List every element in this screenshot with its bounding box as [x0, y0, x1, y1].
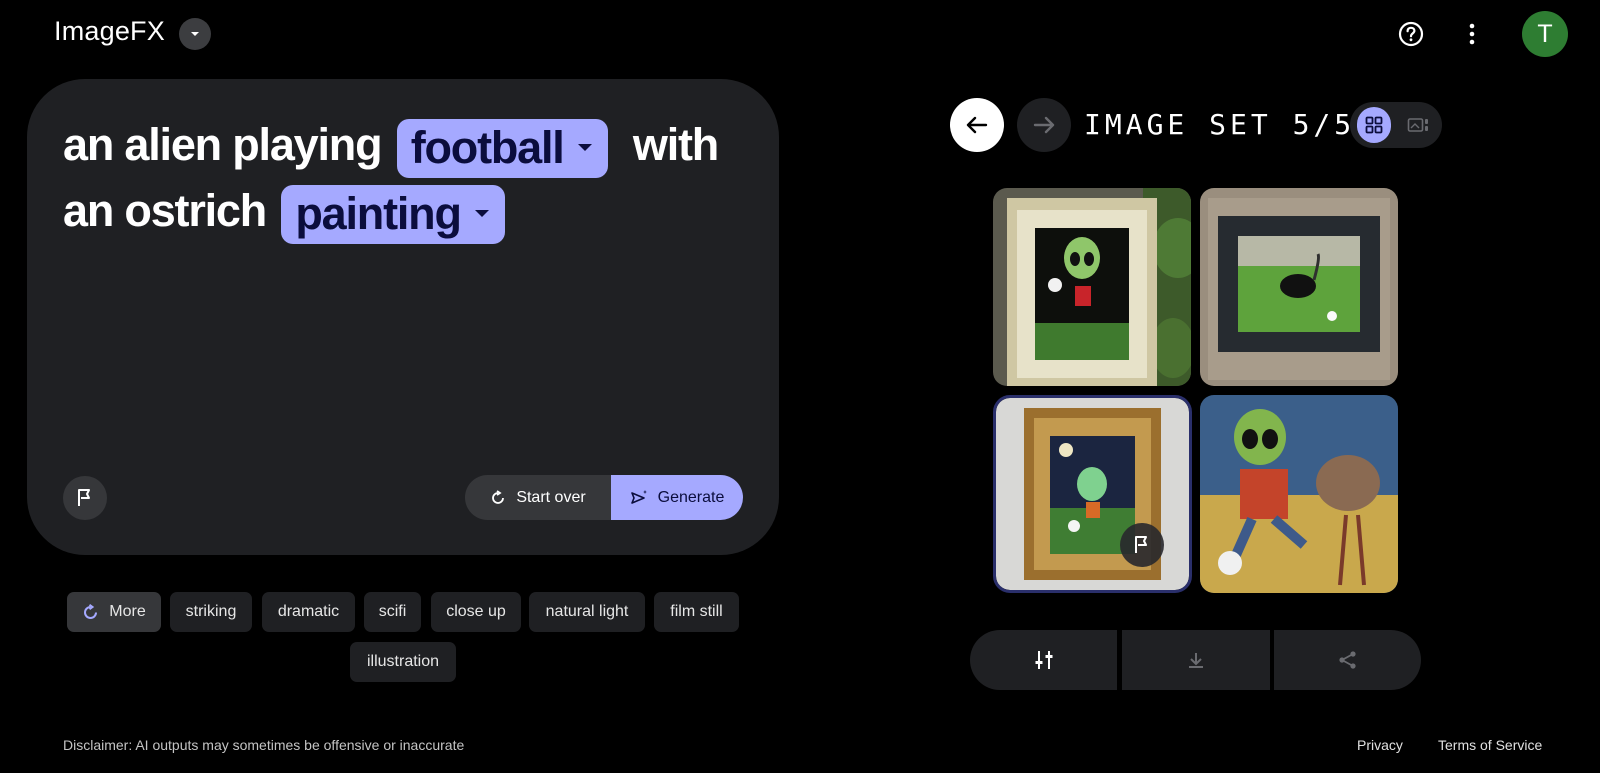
flag-icon: [78, 489, 90, 506]
arrow-left-icon: [966, 116, 988, 134]
share-button[interactable]: [1274, 630, 1421, 690]
refresh-icon: [84, 603, 98, 619]
arrow-right-icon: [1033, 116, 1055, 134]
carousel-icon: [1407, 118, 1428, 132]
chip-label: painting: [295, 188, 462, 240]
refresh-icon: [492, 489, 505, 504]
generated-image-1[interactable]: [993, 188, 1191, 386]
prompt-chip-dropdown[interactable]: painting: [281, 184, 505, 244]
share-icon: [1338, 651, 1356, 669]
generated-image-4[interactable]: [1200, 395, 1398, 593]
download-icon: [1189, 653, 1203, 668]
prompt-part: an alien playing: [63, 119, 383, 170]
prompt-text[interactable]: an alien playing football with an ostric…: [63, 112, 763, 244]
more-vert-icon: [1469, 23, 1475, 45]
style-chip[interactable]: striking: [170, 592, 252, 632]
single-view-button[interactable]: [1401, 107, 1435, 143]
generated-image-3-selected[interactable]: [993, 395, 1192, 593]
grid-view-button[interactable]: [1357, 107, 1391, 143]
help-icon: [1398, 21, 1424, 47]
more-styles-button[interactable]: More: [67, 592, 161, 632]
grid-icon: [1365, 116, 1383, 134]
style-chip[interactable]: close up: [431, 592, 521, 632]
previous-set-button[interactable]: [950, 98, 1004, 152]
caret-down-icon: [577, 144, 592, 152]
tune-icon: [1035, 651, 1052, 669]
help-button[interactable]: [1395, 18, 1427, 50]
prompt-part: an ostrich: [63, 185, 267, 236]
generate-label: Generate: [657, 488, 725, 506]
privacy-link[interactable]: Privacy: [1357, 737, 1403, 753]
avatar[interactable]: T: [1522, 11, 1568, 57]
next-set-button[interactable]: [1017, 98, 1071, 152]
flag-icon: [1135, 536, 1147, 553]
generate-button[interactable]: Generate: [611, 475, 743, 520]
start-over-label: Start over: [516, 488, 586, 506]
style-chip[interactable]: illustration: [350, 642, 456, 682]
prompt-part: with: [632, 119, 719, 170]
tune-button[interactable]: [970, 630, 1117, 690]
download-button[interactable]: [1122, 630, 1270, 690]
caret-down-icon: [474, 210, 489, 218]
prompt-chip-dropdown[interactable]: football: [396, 118, 608, 178]
send-sparkle-icon: [630, 489, 647, 504]
style-chip[interactable]: film still: [654, 592, 739, 632]
style-chip[interactable]: dramatic: [262, 592, 355, 632]
app-title[interactable]: ImageFX: [54, 16, 165, 47]
caret-down-icon: [191, 32, 199, 36]
chip-label: football: [410, 122, 565, 174]
style-chip[interactable]: natural light: [529, 592, 645, 632]
more-options-button[interactable]: [1456, 18, 1488, 50]
style-chip[interactable]: scifi: [364, 592, 421, 632]
terms-link[interactable]: Terms of Service: [1438, 737, 1542, 753]
generated-image-2[interactable]: [1200, 188, 1398, 386]
app-menu-dropdown-button[interactable]: [179, 18, 211, 50]
more-label: More: [109, 603, 146, 620]
start-over-button[interactable]: Start over: [465, 475, 611, 520]
report-button[interactable]: [63, 476, 107, 520]
report-image-button[interactable]: [1120, 523, 1164, 567]
disclaimer-text: Disclaimer: AI outputs may sometimes be …: [63, 737, 465, 753]
image-set-counter: IMAGE SET 5/5: [1084, 108, 1356, 141]
